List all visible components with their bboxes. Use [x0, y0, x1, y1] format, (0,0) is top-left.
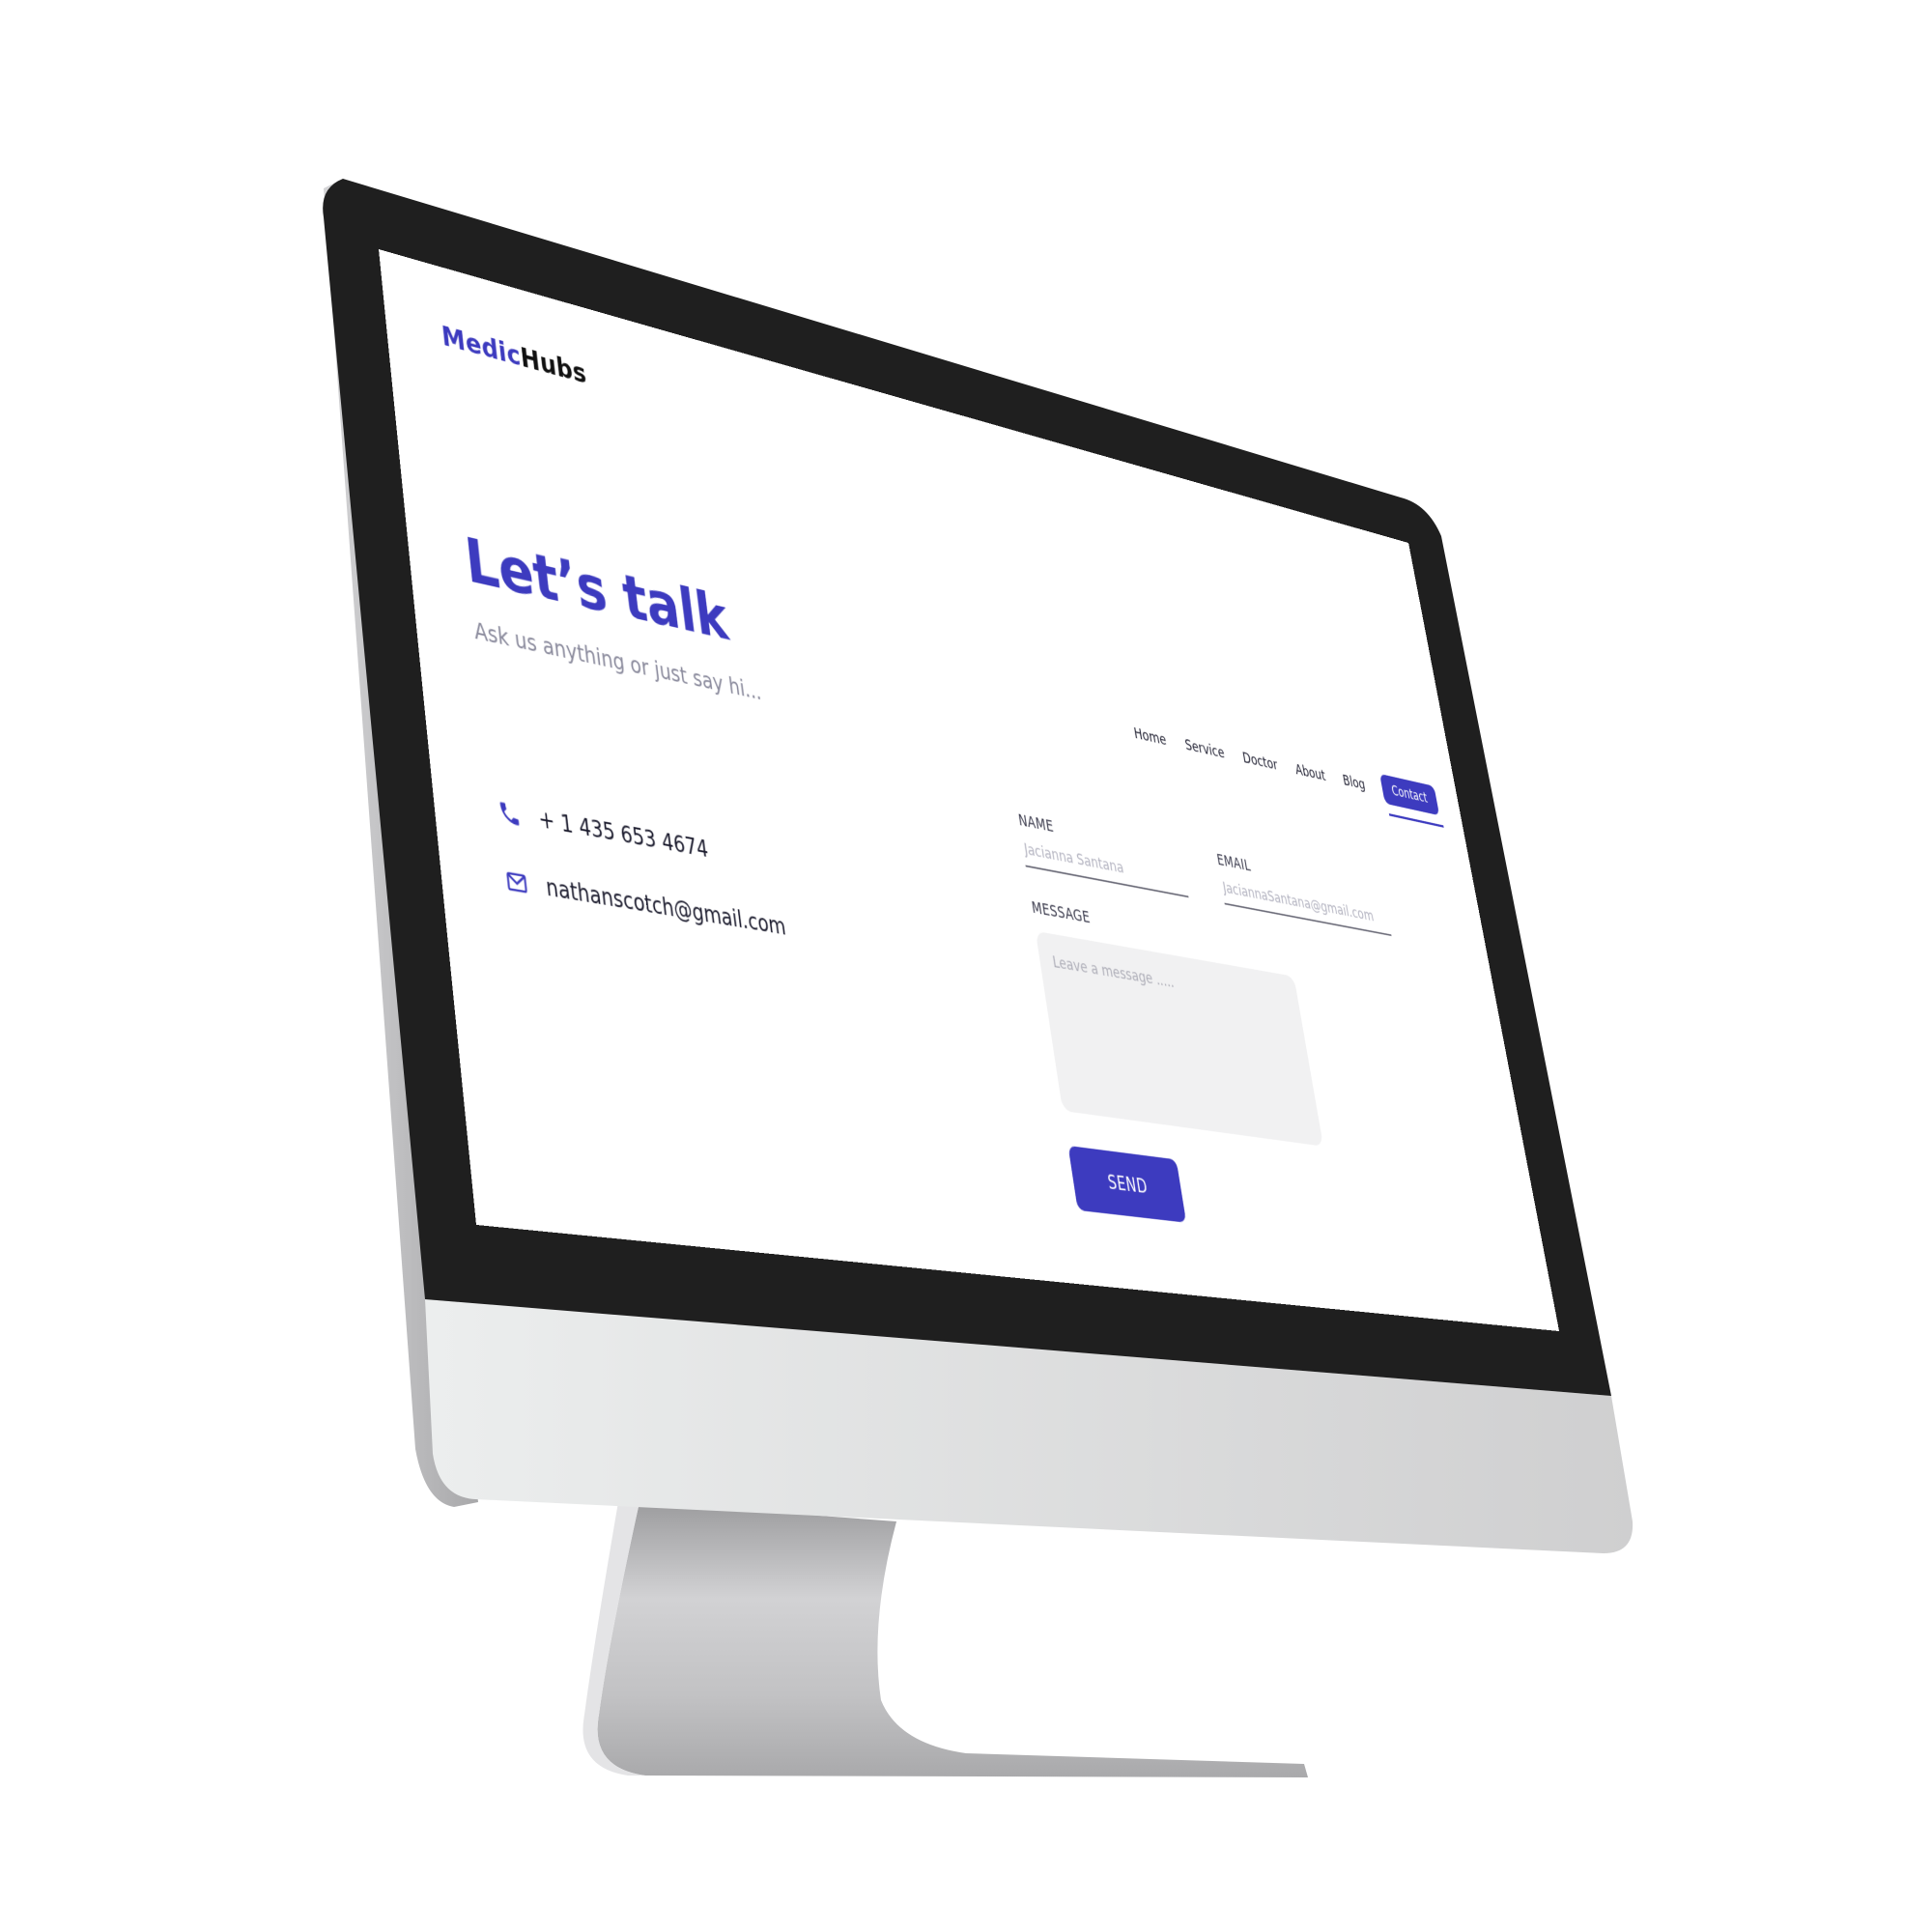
email-contact[interactable]: nathanscotch@gmail.com	[504, 867, 788, 941]
message-label: MESSAGE	[1030, 898, 1092, 927]
nav-about[interactable]: About	[1294, 761, 1327, 784]
nav-home[interactable]: Home	[1132, 724, 1167, 749]
message-textarea[interactable]	[1035, 930, 1324, 1147]
brand-name-part1: Medic	[440, 320, 523, 374]
mail-icon	[504, 867, 530, 898]
nav-contact-button[interactable]: Contact	[1379, 773, 1440, 816]
phone-number: + 1 435 653 4674	[537, 805, 710, 864]
brand-logo[interactable]: MedicHubs	[440, 321, 588, 391]
email-input[interactable]	[1220, 878, 1392, 937]
monitor-stand	[597, 1502, 1308, 1777]
nav-blog[interactable]: Blog	[1342, 772, 1367, 793]
name-label: NAME	[1016, 810, 1056, 837]
name-input[interactable]	[1021, 839, 1189, 898]
mockup-stage: MedicHubs Home Service Doctor About Blog…	[0, 0, 1932, 1932]
nav-service[interactable]: Service	[1183, 736, 1226, 762]
brand-name-part2: Hubs	[519, 341, 588, 391]
phone-contact[interactable]: + 1 435 653 4674	[497, 798, 710, 864]
email-address: nathanscotch@gmail.com	[544, 873, 788, 941]
main-nav: Home Service Doctor About Blog Contact	[1131, 717, 1440, 816]
nav-doctor[interactable]: Doctor	[1241, 749, 1279, 774]
phone-icon	[499, 802, 520, 826]
send-button[interactable]: SEND	[1067, 1145, 1187, 1223]
email-label: EMAIL	[1215, 850, 1252, 875]
